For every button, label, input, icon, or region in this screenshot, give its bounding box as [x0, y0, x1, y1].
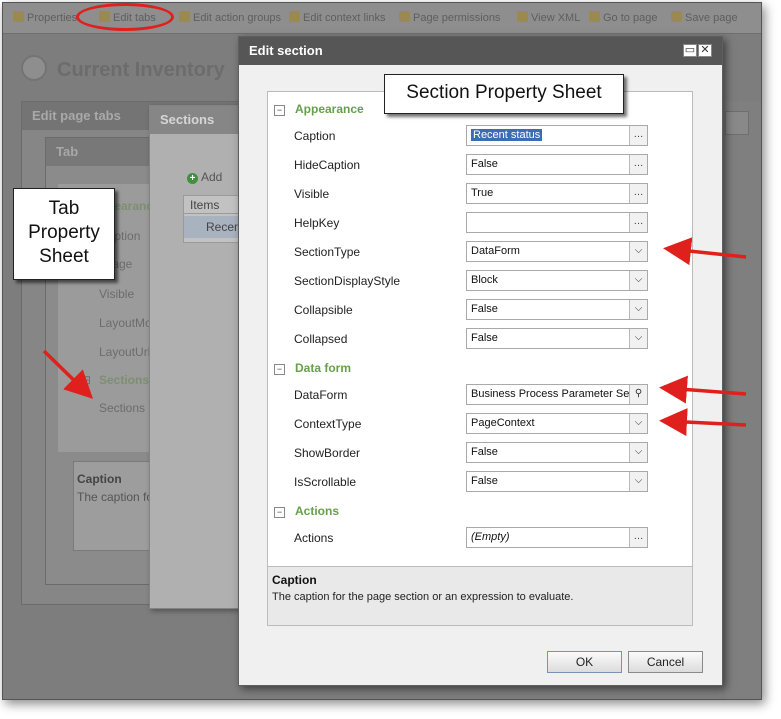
red-arrow-icon	[663, 237, 747, 266]
annotation-arrows	[42, 237, 747, 437]
red-arrow-icon	[659, 375, 747, 404]
red-arrow-icon	[42, 349, 94, 399]
red-arrow-icon	[659, 408, 747, 437]
